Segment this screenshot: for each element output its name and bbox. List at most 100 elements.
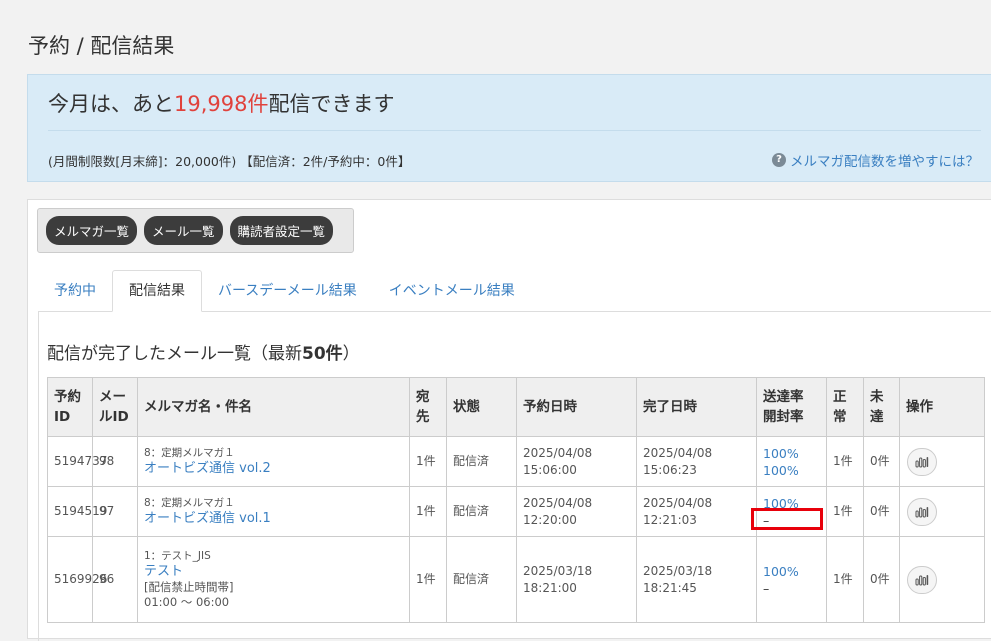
complete-date: 2025/03/18 <box>643 563 713 578</box>
recipients-cell: 1件 <box>409 486 447 537</box>
reserve-time: 18:21:00 <box>523 580 577 595</box>
reserve-time: 15:06:00 <box>523 462 577 477</box>
tab-scheduled[interactable]: 予約中 <box>38 271 112 311</box>
mail-subject-link[interactable]: テスト <box>144 564 403 580</box>
tab-birthday-results[interactable]: バースデーメール結果 <box>202 271 373 311</box>
mail-list-button[interactable]: メール一覧 <box>144 216 223 245</box>
magazine-name: 8：定期メルマガ１ <box>144 497 235 509</box>
header-rates: 送達率 開封率 <box>756 377 827 437</box>
undelivered-cell: 0件 <box>863 486 900 537</box>
operation-cell <box>899 536 985 623</box>
header-open-rate: 開封率 <box>763 409 804 425</box>
bar-chart-icon <box>915 574 929 585</box>
delivery-rate-link[interactable]: 100% <box>763 445 820 462</box>
recipients-cell: 1件 <box>409 436 447 487</box>
quota-headline-suffix: 配信できます <box>268 92 395 116</box>
reserve-id-cell: 5169926 <box>47 536 107 623</box>
magazine-name: 8：定期メルマガ１ <box>144 447 235 459</box>
reserve-id-cell: 5194737 <box>47 436 107 487</box>
undelivered-cell: 0件 <box>863 536 900 623</box>
normal-cell: 1件 <box>826 486 864 537</box>
page-title: 予約 / 配信結果 <box>28 34 175 58</box>
complete-time: 18:21:45 <box>643 580 697 595</box>
increase-quota-link[interactable]: ? メルマガ配信数を増やすには？ <box>772 150 979 170</box>
tab-content: 配信が完了したメール一覧（最新50件） 予約ID メールID メルマガ名・件名 … <box>38 311 991 641</box>
stats-button[interactable] <box>907 447 937 476</box>
bar-chart-icon <box>915 456 929 467</box>
annotation-highlight-box <box>751 508 823 530</box>
tab-event-results[interactable]: イベントメール結果 <box>373 271 531 311</box>
mail-id-cell: 96 <box>92 536 138 623</box>
header-operation: 操作 <box>899 377 985 437</box>
quota-headline-prefix: 今月は、あと <box>48 92 174 116</box>
header-delivery-rate: 送達率 <box>763 389 804 405</box>
delivery-rate-link[interactable]: 100% <box>763 563 820 580</box>
nav-button-group: メルマガ一覧 メール一覧 購読者設定一覧 <box>37 208 354 253</box>
operation-cell <box>899 486 985 537</box>
complete-time: 12:21:03 <box>643 512 697 527</box>
normal-cell: 1件 <box>826 436 864 487</box>
header-undelivered: 未達 <box>863 377 900 437</box>
header-name: メルマガ名・件名 <box>137 377 410 437</box>
reserve-date: 2025/03/18 <box>523 563 593 578</box>
result-tabs: 予約中 配信結果 バースデーメール結果 イベントメール結果 <box>38 270 991 312</box>
mail-id-cell: 98 <box>92 436 138 487</box>
magazine-list-button[interactable]: メルマガ一覧 <box>46 216 138 245</box>
section-title-count: 50件 <box>302 344 343 364</box>
status-cell: 配信済 <box>446 436 517 487</box>
section-title-prefix: 配信が完了したメール一覧（最新 <box>47 344 302 364</box>
header-normal: 正常 <box>826 377 864 437</box>
main-panel: メルマガ一覧 メール一覧 購読者設定一覧 予約中 配信結果 バースデーメール結果… <box>27 199 991 641</box>
stats-button[interactable] <box>907 565 937 594</box>
reserve-date-cell: 2025/03/18 18:21:00 <box>516 536 637 623</box>
reserve-date: 2025/04/08 <box>523 495 593 510</box>
table-header-row: 予約ID メールID メルマガ名・件名 宛先 状態 予約日時 完了日時 送達率 … <box>47 377 985 437</box>
complete-date: 2025/04/08 <box>643 495 713 510</box>
header-reserve-id: 予約ID <box>47 377 93 437</box>
header-complete-date: 完了日時 <box>636 377 757 437</box>
rates-cell: 100% 100% <box>756 436 827 487</box>
normal-cell: 1件 <box>826 536 864 623</box>
complete-date-cell: 2025/03/18 18:21:45 <box>636 536 757 623</box>
quota-remaining-count: 19,998件 <box>174 92 269 116</box>
table-row: 5169926 96 1：テスト_JIS テスト [配信禁止時間帯] 01:00… <box>47 536 985 623</box>
name-cell: 1：テスト_JIS テスト [配信禁止時間帯] 01:00 ～ 06:00 <box>137 536 410 623</box>
table-row: 5194519 97 8：定期メルマガ１ オートビズ通信 vol.1 1件 配信… <box>47 486 985 537</box>
open-rate-link[interactable]: 100% <box>763 462 820 479</box>
reserve-date-cell: 2025/04/08 15:06:00 <box>516 436 637 487</box>
table-row: 5194737 98 8：定期メルマガ１ オートビズ通信 vol.2 1件 配信… <box>47 436 985 487</box>
mail-subject-link[interactable]: オートビズ通信 vol.1 <box>144 511 403 527</box>
increase-quota-link-label: メルマガ配信数を増やすには？ <box>790 154 979 170</box>
undelivered-cell: 0件 <box>863 436 900 487</box>
info-divider <box>48 130 981 131</box>
subscriber-settings-button[interactable]: 購読者設定一覧 <box>229 216 334 245</box>
mail-id-cell: 97 <box>92 486 138 537</box>
monthly-limit-text: (月間制限数[月末締]：20,000件) 【配信済：2件/予約中：0件】 <box>48 154 411 169</box>
header-reserve-date: 予約日時 <box>516 377 637 437</box>
quota-headline: 今月は、あと19,998件配信できます <box>48 88 394 118</box>
section-title: 配信が完了したメール一覧（最新50件） <box>47 339 360 364</box>
rates-cell: 100% – <box>756 536 827 623</box>
mail-subject-link[interactable]: オートビズ通信 vol.2 <box>144 461 403 477</box>
bar-chart-icon <box>915 506 929 517</box>
section-title-suffix: ） <box>342 344 360 364</box>
recipients-cell: 1件 <box>409 536 447 623</box>
delivered-mail-table: 予約ID メールID メルマガ名・件名 宛先 状態 予約日時 完了日時 送達率 … <box>47 377 985 623</box>
complete-time: 15:06:23 <box>643 462 697 477</box>
restriction-time: 01:00 ～ 06:00 <box>144 595 230 609</box>
header-recipients: 宛先 <box>409 377 447 437</box>
complete-date-cell: 2025/04/08 12:21:03 <box>636 486 757 537</box>
complete-date-cell: 2025/04/08 15:06:23 <box>636 436 757 487</box>
header-mail-id: メールID <box>92 377 138 437</box>
tab-delivery-results[interactable]: 配信結果 <box>112 270 202 312</box>
magazine-name: 1：テスト_JIS <box>144 550 211 562</box>
reserve-date: 2025/04/08 <box>523 445 593 460</box>
stats-button[interactable] <box>907 497 937 526</box>
reserve-time: 12:20:00 <box>523 512 577 527</box>
name-cell: 8：定期メルマガ１ オートビズ通信 vol.2 <box>137 436 410 487</box>
open-rate-value: – <box>763 580 770 596</box>
name-cell: 8：定期メルマガ１ オートビズ通信 vol.1 <box>137 486 410 537</box>
question-circle-icon: ? <box>772 153 786 167</box>
reserve-id-cell: 5194519 <box>47 486 107 537</box>
reserve-date-cell: 2025/04/08 12:20:00 <box>516 486 637 537</box>
